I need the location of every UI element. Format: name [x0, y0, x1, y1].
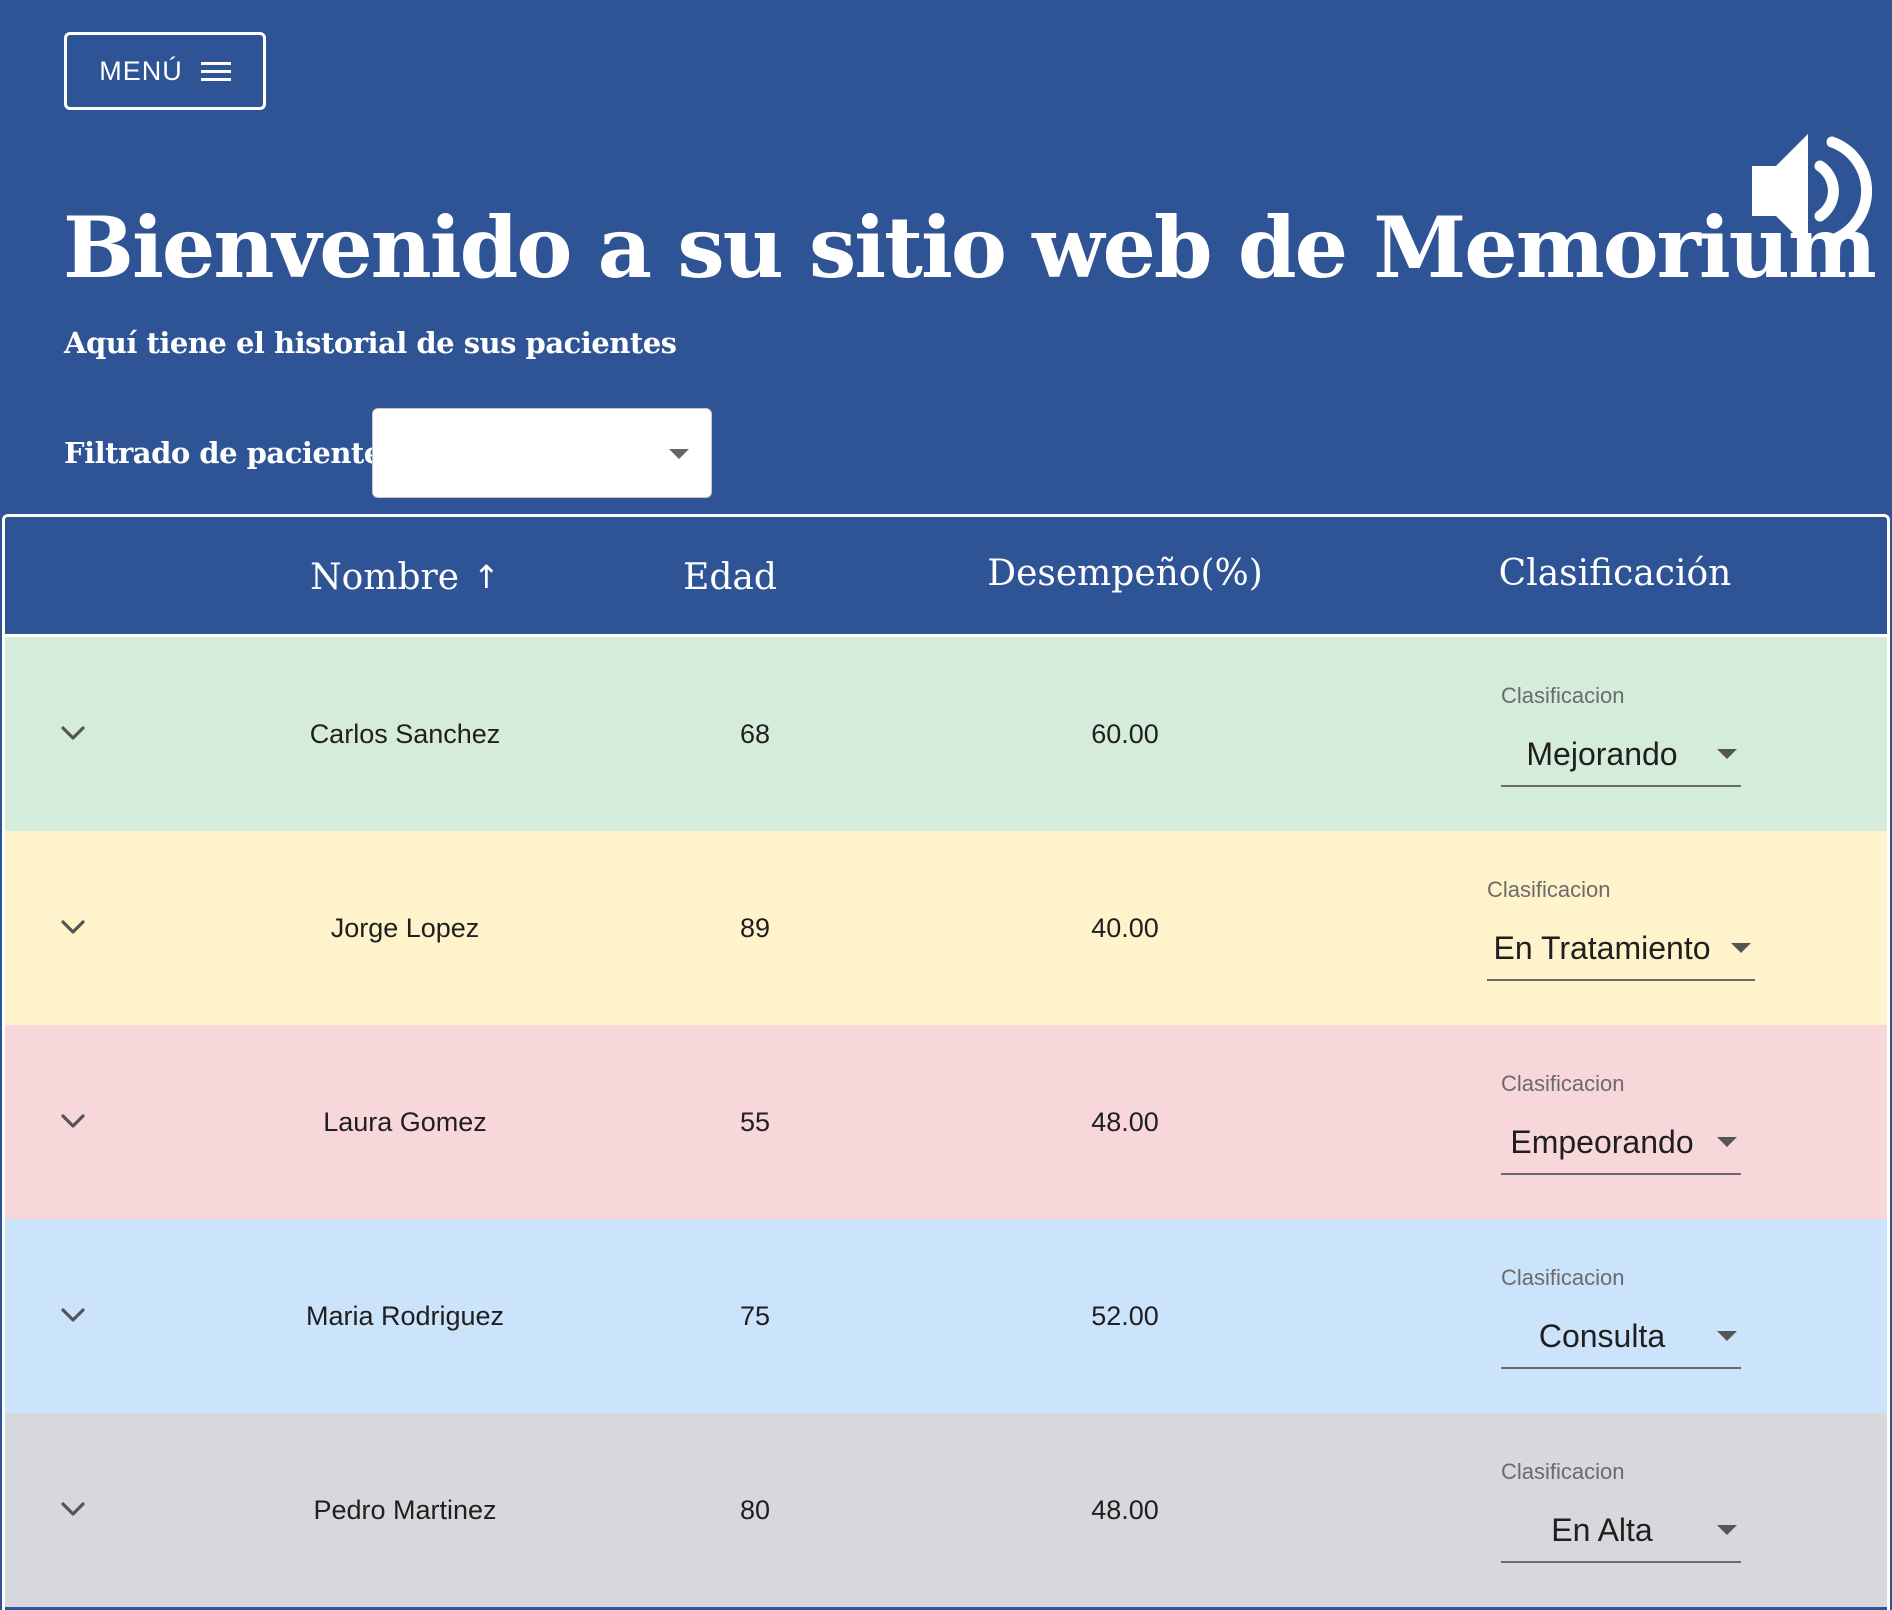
- select-underline: [1501, 785, 1741, 787]
- clasificacion-value-text: Mejorando: [1526, 735, 1678, 772]
- cell-edad: 55: [739, 1106, 771, 1137]
- column-header-label: Edad: [683, 556, 777, 598]
- clasificacion-select-label: Clasificacion: [1501, 1265, 1625, 1290]
- clasificacion-select-value[interactable]: En Alta: [1501, 1503, 1741, 1557]
- clasificacion-select[interactable]: Clasificacion Empeorando: [1501, 1071, 1741, 1181]
- clasificacion-select-label: Clasificacion: [1487, 877, 1611, 902]
- clasificacion-select-value[interactable]: Consulta: [1501, 1309, 1741, 1363]
- menu-button[interactable]: MENÚ: [64, 32, 266, 110]
- clasificacion-select[interactable]: Clasificacion Consulta: [1501, 1265, 1741, 1375]
- cell-nombre: Carlos Sanchez: [309, 718, 501, 749]
- caret-down-icon: [1717, 749, 1737, 759]
- column-header-desempeno[interactable]: Desempeño(%): [925, 517, 1325, 633]
- clasificacion-select-label: Clasificacion: [1501, 1071, 1625, 1096]
- column-header-clasificacion[interactable]: Clasificación: [1445, 517, 1785, 633]
- cell-desempeno: 40.00: [1091, 912, 1159, 943]
- chevron-down-icon[interactable]: [57, 1105, 89, 1137]
- clasificacion-select-label: Clasificacion: [1501, 683, 1625, 708]
- column-header-label: Nombre: [310, 556, 460, 598]
- cell-nombre: Maria Rodriguez: [305, 1300, 505, 1331]
- cell-edad: 75: [739, 1300, 771, 1331]
- cell-edad: 68: [739, 718, 771, 749]
- page-title: Bienvenido a su sitio web de Memorium: [63, 198, 1877, 297]
- cell-desempeno: 52.00: [1091, 1300, 1159, 1331]
- menu-button-label: MENÚ: [99, 55, 183, 86]
- table-row: Jorge Lopez 89 40.00 Clasificacion En Tratam…: [5, 831, 1887, 1025]
- select-underline: [1501, 1561, 1741, 1563]
- caret-down-icon: [669, 449, 689, 459]
- clasificacion-select-value[interactable]: En Tratamiento: [1487, 921, 1755, 975]
- select-underline: [1501, 1367, 1741, 1369]
- table-header: Nombre ↑ Edad Desempeño(%) Clasificación: [5, 517, 1887, 637]
- chevron-down-icon[interactable]: [57, 717, 89, 749]
- caret-down-icon: [1731, 943, 1751, 953]
- caret-down-icon: [1717, 1525, 1737, 1535]
- clasificacion-value-text: En Alta: [1551, 1511, 1653, 1548]
- table-row: Maria Rodriguez 75 52.00 Clasificacion Consu…: [5, 1219, 1887, 1413]
- table-row: Pedro Martinez 80 48.00 Clasificacion En Alt…: [5, 1413, 1887, 1607]
- page-subtitle: Aquí tiene el historial de sus pacientes: [64, 326, 677, 360]
- clasificacion-value-text: Consulta: [1538, 1317, 1666, 1354]
- patients-table: Nombre ↑ Edad Desempeño(%) Clasificación…: [2, 514, 1890, 1610]
- patient-filter-select[interactable]: [372, 408, 712, 498]
- cell-desempeno: 48.00: [1091, 1494, 1159, 1525]
- chevron-down-icon[interactable]: [57, 1493, 89, 1525]
- clasificacion-select[interactable]: Clasificacion En Tratamiento: [1487, 877, 1755, 987]
- cell-desempeno: 60.00: [1091, 718, 1159, 749]
- cell-edad: 80: [739, 1494, 771, 1525]
- column-header-label: Clasificación: [1498, 552, 1732, 594]
- cell-desempeno: 48.00: [1091, 1106, 1159, 1137]
- cell-nombre: Pedro Martinez: [313, 1494, 497, 1525]
- hamburger-icon: [200, 60, 231, 82]
- chevron-down-icon[interactable]: [57, 911, 89, 943]
- chevron-down-icon[interactable]: [57, 1299, 89, 1331]
- table-row: Laura Gomez 55 48.00 Clasificacion Empeorand…: [5, 1025, 1887, 1219]
- cell-nombre: Jorge Lopez: [330, 912, 480, 943]
- select-underline: [1487, 979, 1755, 981]
- clasificacion-value-text: Empeorando: [1510, 1123, 1694, 1160]
- select-underline: [1501, 1173, 1741, 1175]
- caret-down-icon: [1717, 1331, 1737, 1341]
- column-header-edad[interactable]: Edad: [605, 517, 855, 637]
- clasificacion-select[interactable]: Clasificacion Mejorando: [1501, 683, 1741, 793]
- clasificacion-select-value[interactable]: Empeorando: [1501, 1115, 1741, 1169]
- column-header-label: Desempeño(%): [987, 552, 1263, 594]
- arrow-up-icon[interactable]: ↑: [473, 558, 500, 596]
- table-row: Carlos Sanchez 68 60.00 Clasificacion Mejora…: [5, 637, 1887, 831]
- clasificacion-value-text: En Tratamiento: [1493, 929, 1711, 966]
- filter-label: Filtrado de pacientes: [64, 436, 398, 470]
- column-header-nombre[interactable]: Nombre ↑: [205, 517, 605, 637]
- clasificacion-select[interactable]: Clasificacion En Alta: [1501, 1459, 1741, 1569]
- clasificacion-select-label: Clasificacion: [1501, 1459, 1625, 1484]
- cell-nombre: Laura Gomez: [323, 1106, 487, 1137]
- clasificacion-select-value[interactable]: Mejorando: [1501, 727, 1741, 781]
- caret-down-icon: [1717, 1137, 1737, 1147]
- cell-edad: 89: [739, 912, 771, 943]
